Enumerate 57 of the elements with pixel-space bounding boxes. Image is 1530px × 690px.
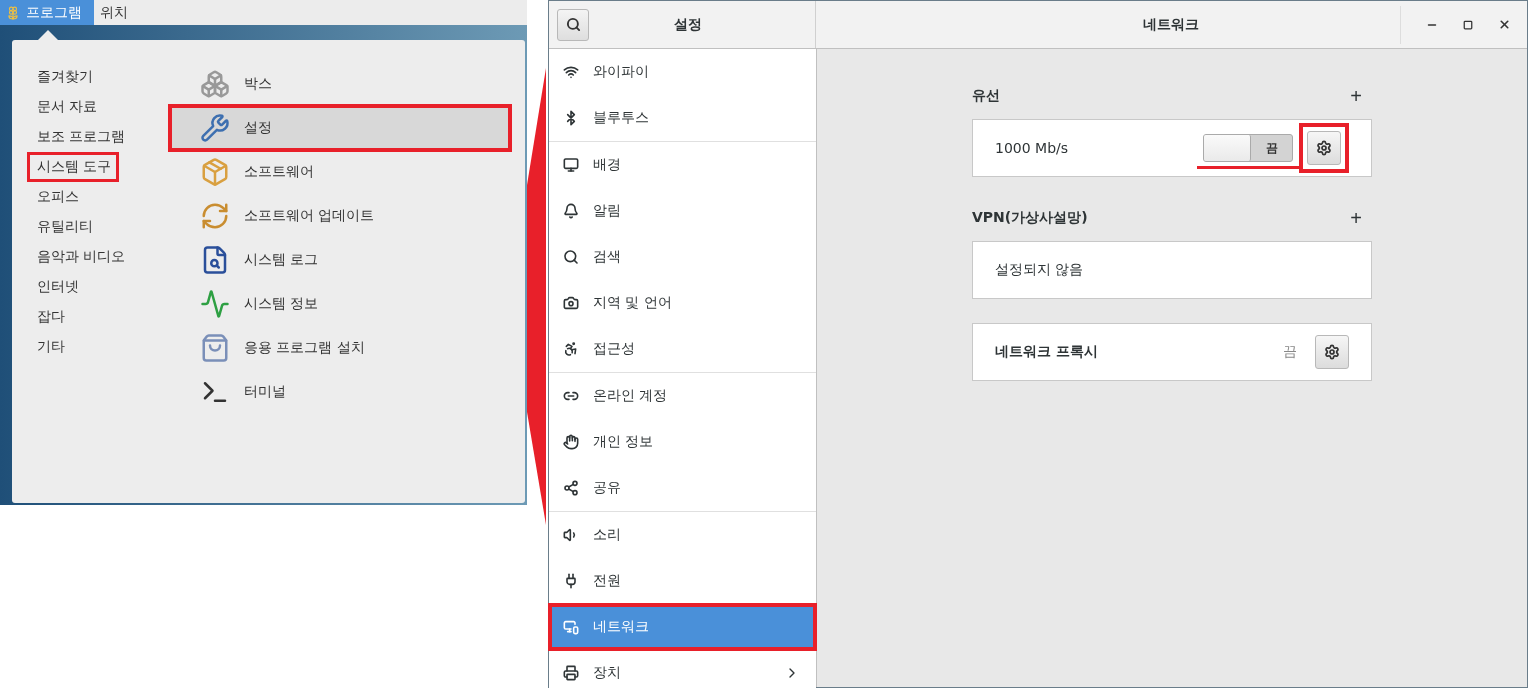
- settings-button[interactable]: [1307, 131, 1341, 165]
- menu-category[interactable]: 보조 프로그램: [30, 125, 131, 149]
- proxy-status: 끔: [1283, 343, 1297, 361]
- menu-category[interactable]: 유틸리티: [30, 215, 98, 239]
- bag-icon: [200, 333, 230, 363]
- pulse-icon: [200, 289, 230, 319]
- settings-icon: [1324, 344, 1340, 360]
- accessibility-icon: [563, 341, 579, 357]
- sidebar-title: 설정: [673, 15, 702, 34]
- menu-category[interactable]: 문서 자료: [30, 95, 103, 119]
- menu-category[interactable]: 기타: [30, 335, 70, 359]
- app-menu-item[interactable]: 응용 프로그램 설치: [170, 326, 510, 370]
- menu-category[interactable]: 잡다: [30, 305, 70, 329]
- power-icon: [563, 573, 579, 589]
- boxes-icon: [200, 69, 230, 99]
- add-button[interactable]: +: [1340, 84, 1372, 108]
- wifi-icon: [563, 64, 579, 80]
- sidebar-item[interactable]: 장치: [549, 650, 816, 690]
- devices-icon: [563, 665, 579, 681]
- package-icon: [200, 157, 230, 187]
- network-icon: [563, 619, 579, 635]
- notifications-icon: [563, 203, 579, 219]
- search-icon: [563, 249, 579, 265]
- menu-category[interactable]: 인터넷: [30, 275, 84, 299]
- app-menu-item[interactable]: 터미널: [170, 370, 510, 414]
- app-menu-item[interactable]: 시스템 정보: [170, 282, 510, 326]
- add-button[interactable]: +: [1340, 206, 1372, 230]
- wrench-icon: [200, 113, 230, 143]
- background-icon: [563, 157, 579, 173]
- section-heading: VPN(가상사설망): [972, 209, 1088, 227]
- section-heading: 유선: [972, 87, 1000, 105]
- privacy-icon: [563, 434, 579, 450]
- proxy-label: 네트워크 프록시: [995, 343, 1098, 361]
- app-menu-item[interactable]: 소프트웨어: [170, 150, 510, 194]
- window-title: 네트워크: [1143, 15, 1199, 34]
- sharing-icon: [563, 480, 579, 496]
- search-icon: [565, 17, 581, 32]
- refresh-icon: [200, 201, 230, 231]
- settings-button[interactable]: [1315, 335, 1349, 369]
- top-bar-menu[interactable]: 위치: [94, 0, 140, 25]
- app-menu-item[interactable]: 설정: [170, 106, 510, 150]
- app-menu-item[interactable]: 소프트웨어 업데이트: [170, 194, 510, 238]
- settings-icon: [1316, 140, 1332, 156]
- menu-category[interactable]: 음악과 비디오: [30, 245, 131, 269]
- menu-category[interactable]: 시스템 도구: [30, 155, 117, 179]
- app-menu-item[interactable]: 시스템 로그: [170, 238, 510, 282]
- flower-icon: [6, 5, 20, 20]
- toggle-switch[interactable]: 끔: [1203, 134, 1293, 162]
- menu-category[interactable]: 즐겨찾기: [30, 65, 98, 89]
- close-icon: [1497, 18, 1511, 31]
- region-icon: [563, 295, 579, 311]
- maximize-icon: [1463, 19, 1473, 30]
- app-menu-item[interactable]: 박스: [170, 62, 510, 106]
- search-button[interactable]: [557, 8, 589, 41]
- connection-speed: 1000 Mb/s: [995, 140, 1069, 156]
- menu-category[interactable]: 오피스: [30, 185, 84, 209]
- empty-message: 설정되지 않음: [995, 261, 1084, 279]
